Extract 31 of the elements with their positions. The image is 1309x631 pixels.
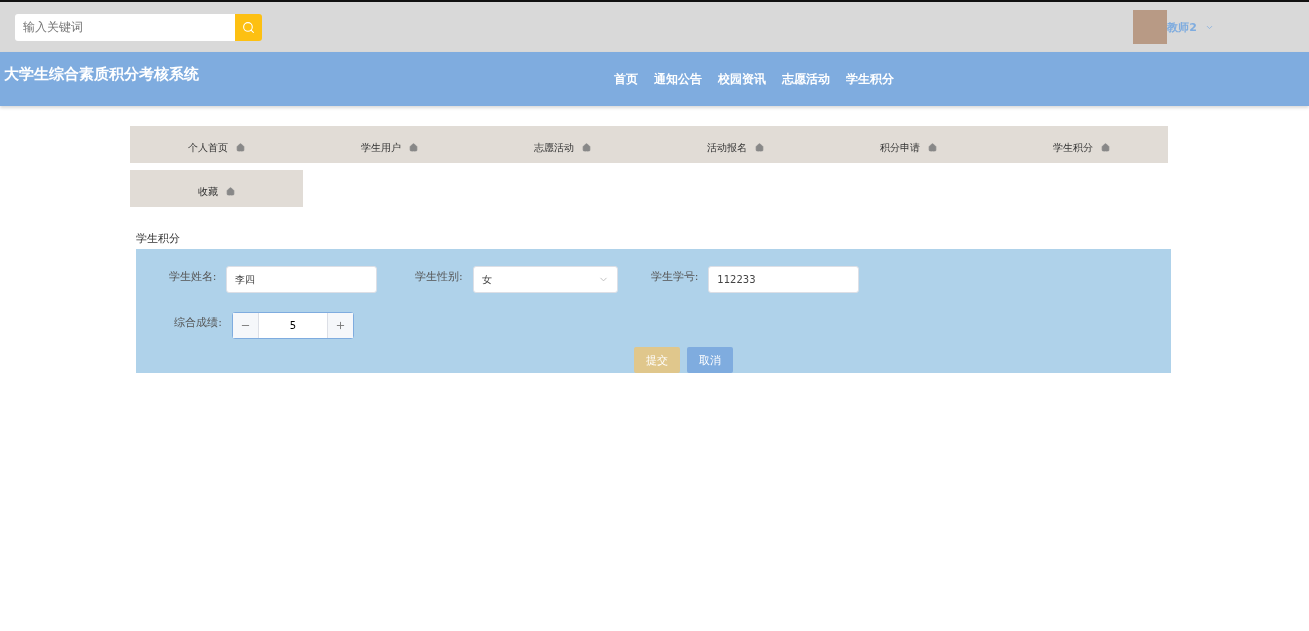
home-icon — [236, 143, 245, 152]
menu-tab[interactable]: 志愿活动 — [476, 126, 649, 163]
menu-tab[interactable]: 收藏 — [130, 170, 303, 207]
field-label: 学生学号: — [649, 269, 700, 285]
home-icon — [1101, 143, 1110, 152]
number-field[interactable]: 5 — [232, 312, 354, 339]
search-field[interactable]: 输入关键词 — [15, 13, 235, 41]
home-icon — [582, 143, 591, 152]
home-icon — [928, 143, 937, 152]
field-label: 综合成绩: — [173, 315, 223, 331]
menu-tab[interactable]: 活动报名 — [649, 126, 822, 163]
text-field[interactable]: 112233 — [708, 266, 859, 293]
plus-icon — [335, 320, 346, 331]
plus-button[interactable] — [327, 313, 353, 338]
text-field[interactable]: 李四 — [226, 266, 377, 293]
section-title: 学生积分 — [136, 231, 181, 246]
menu-tab[interactable]: 个人首页 — [130, 126, 303, 163]
search-icon — [242, 20, 255, 34]
select-field[interactable]: 女 — [472, 266, 618, 293]
minus-button[interactable] — [233, 313, 259, 338]
avatar-photo[interactable] — [1133, 10, 1168, 44]
menu-tab[interactable]: 学生积分 — [995, 126, 1168, 163]
home-icon — [755, 143, 764, 152]
site-title: 大学生综合素质积分考核系统 — [3, 64, 200, 85]
search-button[interactable] — [235, 13, 262, 41]
field-label: 学生姓名: — [167, 269, 218, 285]
field-label: 学生性别: — [413, 269, 464, 285]
menu-tab[interactable]: 积分申请 — [822, 126, 995, 163]
home-icon — [409, 143, 418, 152]
menu-tab[interactable]: 学生用户 — [303, 126, 476, 163]
home-icon — [226, 187, 235, 196]
